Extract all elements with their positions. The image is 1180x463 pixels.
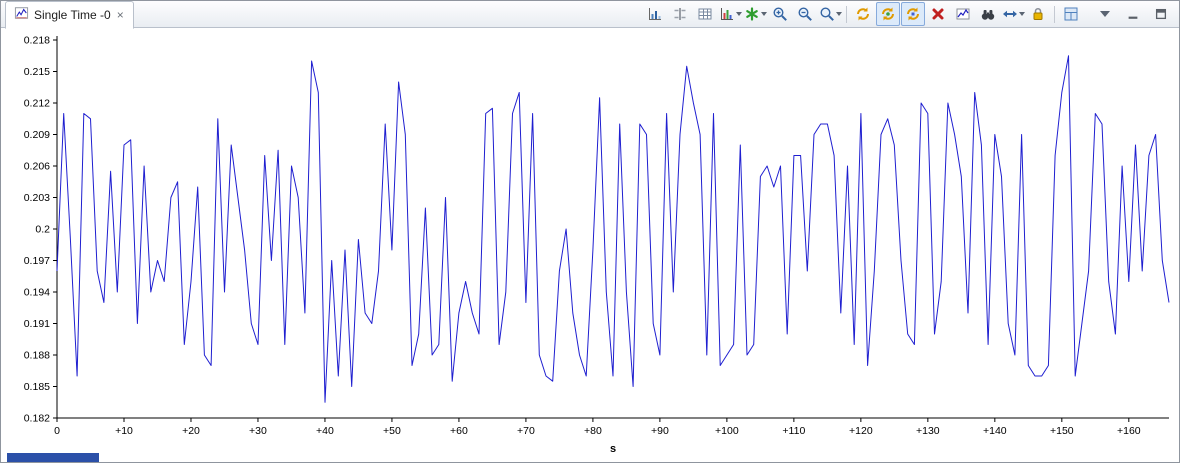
view-menu-button[interactable] xyxy=(1095,4,1115,24)
dropdown-caret-icon xyxy=(735,12,742,16)
svg-text:+30: +30 xyxy=(249,425,267,437)
svg-text:0.203: 0.203 xyxy=(24,192,50,204)
chart-colored-icon xyxy=(719,6,735,22)
toolbar-separator xyxy=(846,5,847,23)
minimize-button[interactable] xyxy=(1123,4,1143,24)
svg-text:0.218: 0.218 xyxy=(24,35,50,47)
refresh-yellow-box-icon xyxy=(905,6,921,22)
view-tab-bar: Single Time -0 × xyxy=(1,1,1179,29)
star-green-icon xyxy=(744,6,760,22)
svg-text:+20: +20 xyxy=(182,425,200,437)
app-window: Single Time -0 × 0.218 0.215 0.212 0.209 0.2… xyxy=(0,0,1180,463)
restore-layout-button[interactable] xyxy=(1059,2,1083,26)
svg-text:0.188: 0.188 xyxy=(24,350,50,362)
chart-view-icon xyxy=(14,6,29,25)
svg-text:s: s xyxy=(610,443,616,455)
zoom-out-button[interactable] xyxy=(793,2,817,26)
svg-text:0.197: 0.197 xyxy=(24,255,50,267)
svg-text:+120: +120 xyxy=(849,425,873,437)
svg-text:+70: +70 xyxy=(517,425,535,437)
new-series-menu[interactable] xyxy=(743,2,767,26)
svg-text:0.206: 0.206 xyxy=(24,161,50,173)
svg-text:+160: +160 xyxy=(1117,425,1141,437)
svg-text:0.185: 0.185 xyxy=(24,381,50,393)
svg-text:0.194: 0.194 xyxy=(24,287,50,299)
snapshot-button[interactable] xyxy=(951,2,975,26)
dropdown-caret-icon xyxy=(835,12,842,16)
view-menu-triangle-icon xyxy=(1100,11,1110,17)
svg-text:0.2: 0.2 xyxy=(35,224,50,236)
zoom-menu[interactable] xyxy=(818,2,842,26)
svg-text:+110: +110 xyxy=(782,425,805,437)
lock-icon xyxy=(1030,6,1046,22)
svg-text:0.182: 0.182 xyxy=(24,413,50,425)
svg-text:+100: +100 xyxy=(715,425,739,437)
svg-text:0: 0 xyxy=(54,425,60,437)
live-update-toggle[interactable] xyxy=(901,2,925,26)
svg-text:0.191: 0.191 xyxy=(24,318,50,330)
arrows-icon xyxy=(1002,6,1018,22)
grid-icon xyxy=(697,6,713,22)
zoom-out-icon xyxy=(797,6,813,22)
show-grid-icon[interactable] xyxy=(693,2,717,26)
zoom-in-icon xyxy=(772,6,788,22)
tab-close-icon[interactable]: × xyxy=(116,9,125,21)
refresh-yellow-dot-icon xyxy=(880,6,896,22)
chart-small-icon xyxy=(955,6,971,22)
svg-text:+90: +90 xyxy=(651,425,669,437)
zoom-in-button[interactable] xyxy=(768,2,792,26)
pan-menu[interactable] xyxy=(1001,2,1025,26)
svg-text:0.215: 0.215 xyxy=(24,66,50,78)
binoculars-icon xyxy=(980,6,996,22)
svg-text:+150: +150 xyxy=(1050,425,1074,437)
svg-text:+130: +130 xyxy=(916,425,940,437)
maximize-button[interactable] xyxy=(1151,4,1171,24)
svg-text:+60: +60 xyxy=(450,425,468,437)
toolbar-separator xyxy=(1054,5,1055,23)
background-window-fragment xyxy=(7,453,99,462)
lock-axes-button[interactable] xyxy=(1026,2,1050,26)
search-button[interactable] xyxy=(976,2,1000,26)
refresh-button[interactable] xyxy=(851,2,875,26)
chart-bars-icon xyxy=(647,6,663,22)
red-x-icon xyxy=(930,6,946,22)
chart-properties-icon[interactable] xyxy=(643,2,667,26)
svg-text:+50: +50 xyxy=(383,425,401,437)
svg-text:+140: +140 xyxy=(983,425,1007,437)
remove-chart-button[interactable] xyxy=(926,2,950,26)
view-toolbar xyxy=(643,2,1085,26)
dropdown-caret-icon xyxy=(1018,12,1025,16)
align-charts-icon[interactable] xyxy=(668,2,692,26)
chart-canvas[interactable]: 0.218 0.215 0.212 0.209 0.206 0.203 0.2 0.197 0.… xyxy=(1,28,1179,462)
svg-text:0.212: 0.212 xyxy=(24,98,50,110)
svg-text:0.209: 0.209 xyxy=(24,129,50,141)
layout-icon xyxy=(1063,6,1079,22)
view-corner-controls xyxy=(1095,4,1175,24)
chart-region: 0.218 0.215 0.212 0.209 0.206 0.203 0.2 0.197 0.… xyxy=(1,28,1179,462)
svg-text:+80: +80 xyxy=(584,425,602,437)
maximize-icon xyxy=(1155,8,1167,20)
auto-refresh-toggle[interactable] xyxy=(876,2,900,26)
dropdown-caret-icon xyxy=(760,12,767,16)
svg-text:+10: +10 xyxy=(115,425,133,437)
zoom-icon xyxy=(819,6,835,22)
refresh-yellow-icon xyxy=(855,6,871,22)
align-icon xyxy=(672,6,688,22)
tab-single-time-0[interactable]: Single Time -0 × xyxy=(5,1,134,29)
tab-label: Single Time -0 xyxy=(34,8,111,22)
svg-text:+40: +40 xyxy=(316,425,334,437)
chart-type-menu[interactable] xyxy=(718,2,742,26)
minimize-icon xyxy=(1128,16,1138,19)
